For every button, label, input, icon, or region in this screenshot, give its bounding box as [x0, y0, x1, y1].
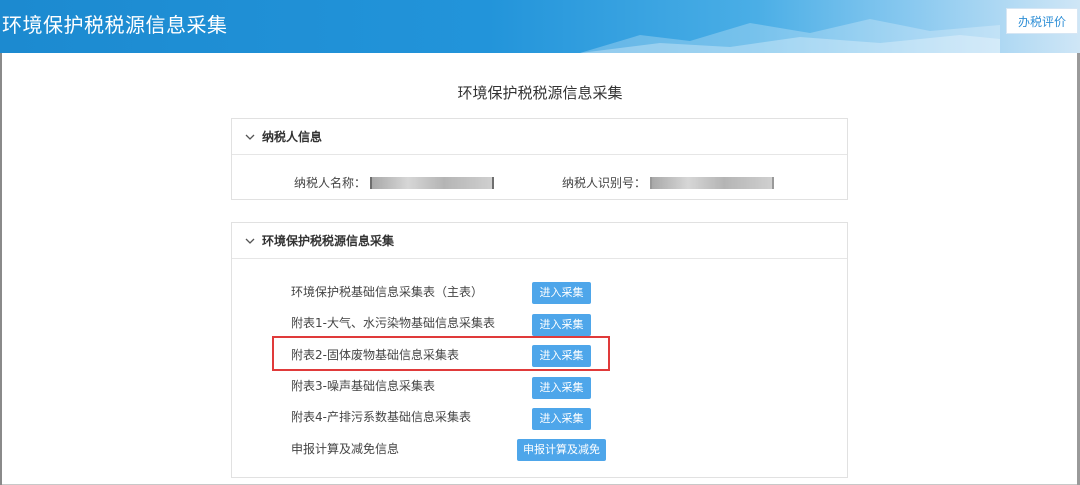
- taxpayer-info-title: 纳税人信息: [262, 130, 323, 144]
- item-attachment-3-label: 附表3-噪声基础信息采集表: [291, 379, 435, 393]
- item-declaration-calc-label: 申报计算及减免信息: [291, 442, 400, 456]
- tax-evaluation-button[interactable]: 办税评价: [1006, 8, 1078, 34]
- taxpayer-info-panel: 纳税人信息 纳税人名称： 纳税人识别号：: [231, 118, 848, 200]
- enter-collection-button-attachment-1[interactable]: 进入采集: [532, 314, 591, 336]
- taxpayer-name-label: 纳税人名称：: [294, 176, 367, 190]
- item-attachment-4-label: 附表4-产排污系数基础信息采集表: [291, 410, 471, 424]
- window-left-border: [0, 53, 2, 485]
- item-attachment-1-label: 附表1-大气、水污染物基础信息采集表: [291, 316, 495, 330]
- collection-panel-header[interactable]: 环境保护税税源信息采集: [232, 223, 847, 259]
- mountain-decoration-icon: [580, 19, 1000, 53]
- taxpayer-info-panel-header[interactable]: 纳税人信息: [232, 119, 847, 155]
- chevron-down-icon[interactable]: [244, 131, 256, 143]
- item-main-form-label: 环境保护税基础信息采集表（主表）: [291, 285, 484, 299]
- header-title: 环境保护税税源信息采集: [2, 13, 228, 37]
- page-title: 环境保护税税源信息采集: [457, 84, 623, 102]
- taxpayer-id-row: 纳税人识别号：: [562, 174, 775, 191]
- collection-panel-title: 环境保护税税源信息采集: [262, 234, 395, 248]
- chevron-down-icon[interactable]: [244, 235, 256, 247]
- enter-collection-button-attachment-3[interactable]: 进入采集: [532, 377, 591, 399]
- taxpayer-id-redacted: [650, 176, 775, 189]
- enter-collection-button-attachment-4[interactable]: 进入采集: [532, 408, 591, 430]
- enter-collection-button-main[interactable]: 进入采集: [532, 282, 591, 304]
- highlight-box: [272, 336, 610, 371]
- app-header: 环境保护税税源信息采集 办税评价: [0, 0, 1080, 53]
- declaration-calc-reduction-button[interactable]: 申报计算及减免: [517, 439, 606, 461]
- taxpayer-id-label: 纳税人识别号：: [562, 176, 647, 190]
- taxpayer-name-redacted: [370, 176, 495, 189]
- taxpayer-name-row: 纳税人名称：: [294, 174, 495, 191]
